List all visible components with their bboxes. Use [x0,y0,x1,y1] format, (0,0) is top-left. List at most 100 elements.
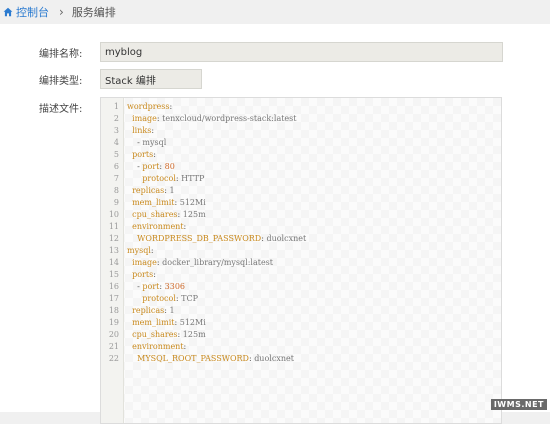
code-line: 17 protocol: TCP [101,293,501,305]
code-text: cpu_shares: 125m [127,329,206,341]
line-number: 4 [113,138,119,147]
code-line: 3 links: [101,125,501,137]
line-number: 21 [108,342,119,351]
code-line: 20 cpu_shares: 125m [101,329,501,341]
name-input[interactable]: myblog [100,42,503,62]
watermark-logo: IWMS.NET [490,399,547,410]
code-token: 1 [169,186,175,195]
type-label: 编排类型: [39,76,83,87]
code-token: tenxcloud/wordpress-stack:latest [162,114,297,123]
code-text: mem_limit: 512Mi [127,317,206,329]
line-number: 10 [108,210,119,219]
code-token: port [142,162,160,171]
code-token: MYSQL_ROOT_PASSWORD [137,354,249,363]
code-line: 16 - port: 3306 [101,281,501,293]
code-token: 512Mi [179,318,206,327]
line-number: 6 [113,162,119,171]
code-text: image: tenxcloud/wordpress-stack:latest [127,113,296,125]
code-token: : [151,126,155,135]
code-token: docker_library/mysql:latest [162,258,274,267]
code-token: replicas [132,306,165,315]
code-token: : [183,342,187,351]
line-number: 18 [108,306,119,315]
code-text: - mysql [127,137,166,149]
code-line: 9 mem_limit: 512Mi [101,197,501,209]
code-token: environment [132,222,184,231]
breadcrumb-home-link[interactable]: 控制台 [16,4,49,20]
code-text: MYSQL_ROOT_PASSWORD: duolcxnet [127,353,294,365]
code-token: port [142,282,160,291]
breadcrumb-separator-icon: › [59,5,64,19]
code-line: 22 MYSQL_ROOT_PASSWORD: duolcxnet [101,353,501,365]
code-line: 12 WORDPRESS_DB_PASSWORD: duolcxnet [101,233,501,245]
code-text: protocol: TCP [127,293,198,305]
line-number: 5 [113,150,119,159]
line-number: 1 [113,102,119,111]
code-line: 6 - port: 80 [101,161,501,173]
line-number: 20 [108,330,119,339]
code-line: 21 environment: [101,341,501,353]
line-number: 15 [108,270,119,279]
code-text: environment: [127,221,186,233]
code-text: ports: [127,149,156,161]
line-number: 22 [108,354,119,363]
code-token: links [132,126,152,135]
breadcrumb-current: 服务编排 [71,6,116,19]
code-token: : [153,150,156,159]
code-line: 1 wordpress: [101,101,501,113]
code-token: 3306 [164,282,186,291]
code-token: 125m [182,210,206,219]
code-text: - port: 80 [127,161,175,173]
code-text: - port: 3306 [127,281,185,293]
line-number: 9 [113,198,119,207]
yaml-editor[interactable]: 1 wordpress: 2 image: tenxcloud/wordpress-… [100,97,502,424]
code-text: mysql: [127,245,154,257]
code-token: ports [132,270,154,279]
line-number: 7 [113,174,119,183]
breadcrumb: 控制台 › 服务编排 [0,0,550,24]
code-token: wordpress [127,102,170,111]
code-token: protocol [142,174,176,183]
file-label: 描述文件: [39,104,83,115]
code-line: 15 ports: [101,269,501,281]
code-token: HTTP [181,174,205,183]
line-number: 17 [108,294,119,303]
code-token: TCP [181,294,199,303]
code-token: duolcxnet [266,234,307,243]
code-token: cpu_shares [132,210,178,219]
code-token: : [150,246,154,255]
code-text: environment: [127,341,186,353]
code-line: 18 replicas: 1 [101,305,501,317]
code-token: cpu_shares [132,330,178,339]
home-icon[interactable] [3,7,13,17]
code-token: : [169,102,173,111]
code-line: 7 protocol: HTTP [101,173,501,185]
code-token: ports [132,150,154,159]
code-line: 19 mem_limit: 512Mi [101,317,501,329]
type-field[interactable]: Stack 编排 [100,69,202,89]
form-panel: 编排名称: myblog 编排类型: Stack 编排 描述文件: 1 wordp… [0,24,550,424]
code-text: image: docker_library/mysql:latest [127,257,273,269]
line-number: 13 [108,246,119,255]
code-token: - [127,162,143,171]
code-token: mem_limit [132,318,175,327]
code-line: 14 image: docker_library/mysql:latest [101,257,501,269]
code-line: 5 ports: [101,149,501,161]
code-text: WORDPRESS_DB_PASSWORD: duolcxnet [127,233,306,245]
code-token: 125m [182,330,206,339]
code-token: - [127,138,143,147]
code-text: mem_limit: 512Mi [127,197,206,209]
code-token: mysql [127,246,151,255]
code-text: protocol: HTTP [127,173,204,185]
code-line: 11 environment: [101,221,501,233]
code-token: 80 [164,162,175,171]
code-token: mem_limit [132,198,175,207]
code-line: 13 mysql: [101,245,501,257]
code-line: 8 replicas: 1 [101,185,501,197]
line-number: 11 [108,222,119,231]
line-number: 16 [108,282,119,291]
